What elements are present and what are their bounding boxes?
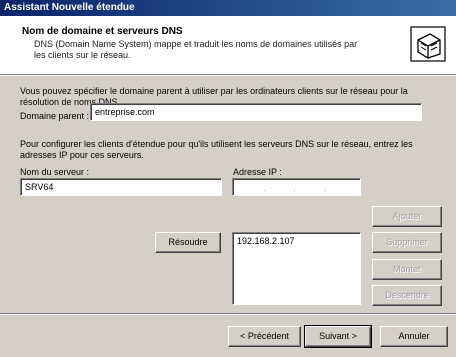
- remove-button[interactable]: Supprimer: [372, 232, 442, 253]
- server-name-label: Nom du serveur :: [20, 167, 90, 177]
- wizard-header: Nom de domaine et serveurs DNS DNS (Doma…: [0, 16, 456, 75]
- page-title: Nom de domaine et serveurs DNS: [22, 26, 183, 37]
- page-description: DNS (Domain Name System) mappe et tradui…: [34, 39, 358, 60]
- add-button[interactable]: Ajouter: [372, 206, 442, 227]
- parent-domain-input[interactable]: entreprise.com: [90, 103, 422, 121]
- window-title: Assistant Nouvelle étendue: [0, 0, 456, 16]
- server-name-input[interactable]: SRV64: [20, 178, 222, 196]
- ip-list-item[interactable]: 192.168.2.107: [237, 236, 356, 246]
- dns-config-text: Pour configurer les clients d'étendue po…: [20, 139, 413, 160]
- cancel-button[interactable]: Annuler: [380, 326, 448, 347]
- next-button[interactable]: Suivant >: [304, 325, 372, 348]
- back-button[interactable]: < Précédent: [228, 326, 301, 347]
- move-up-button[interactable]: Monter: [372, 259, 442, 280]
- resolve-button[interactable]: Résoudre: [155, 232, 221, 253]
- parent-domain-label: Domaine parent :: [20, 111, 90, 121]
- ip-address-label: Adresse IP :: [233, 167, 282, 177]
- move-down-button[interactable]: Descendre: [372, 285, 442, 306]
- dns-folder-icon: [410, 26, 446, 62]
- ip-address-input[interactable]: . . .: [232, 178, 361, 196]
- ip-address-list[interactable]: 192.168.2.107: [232, 232, 361, 305]
